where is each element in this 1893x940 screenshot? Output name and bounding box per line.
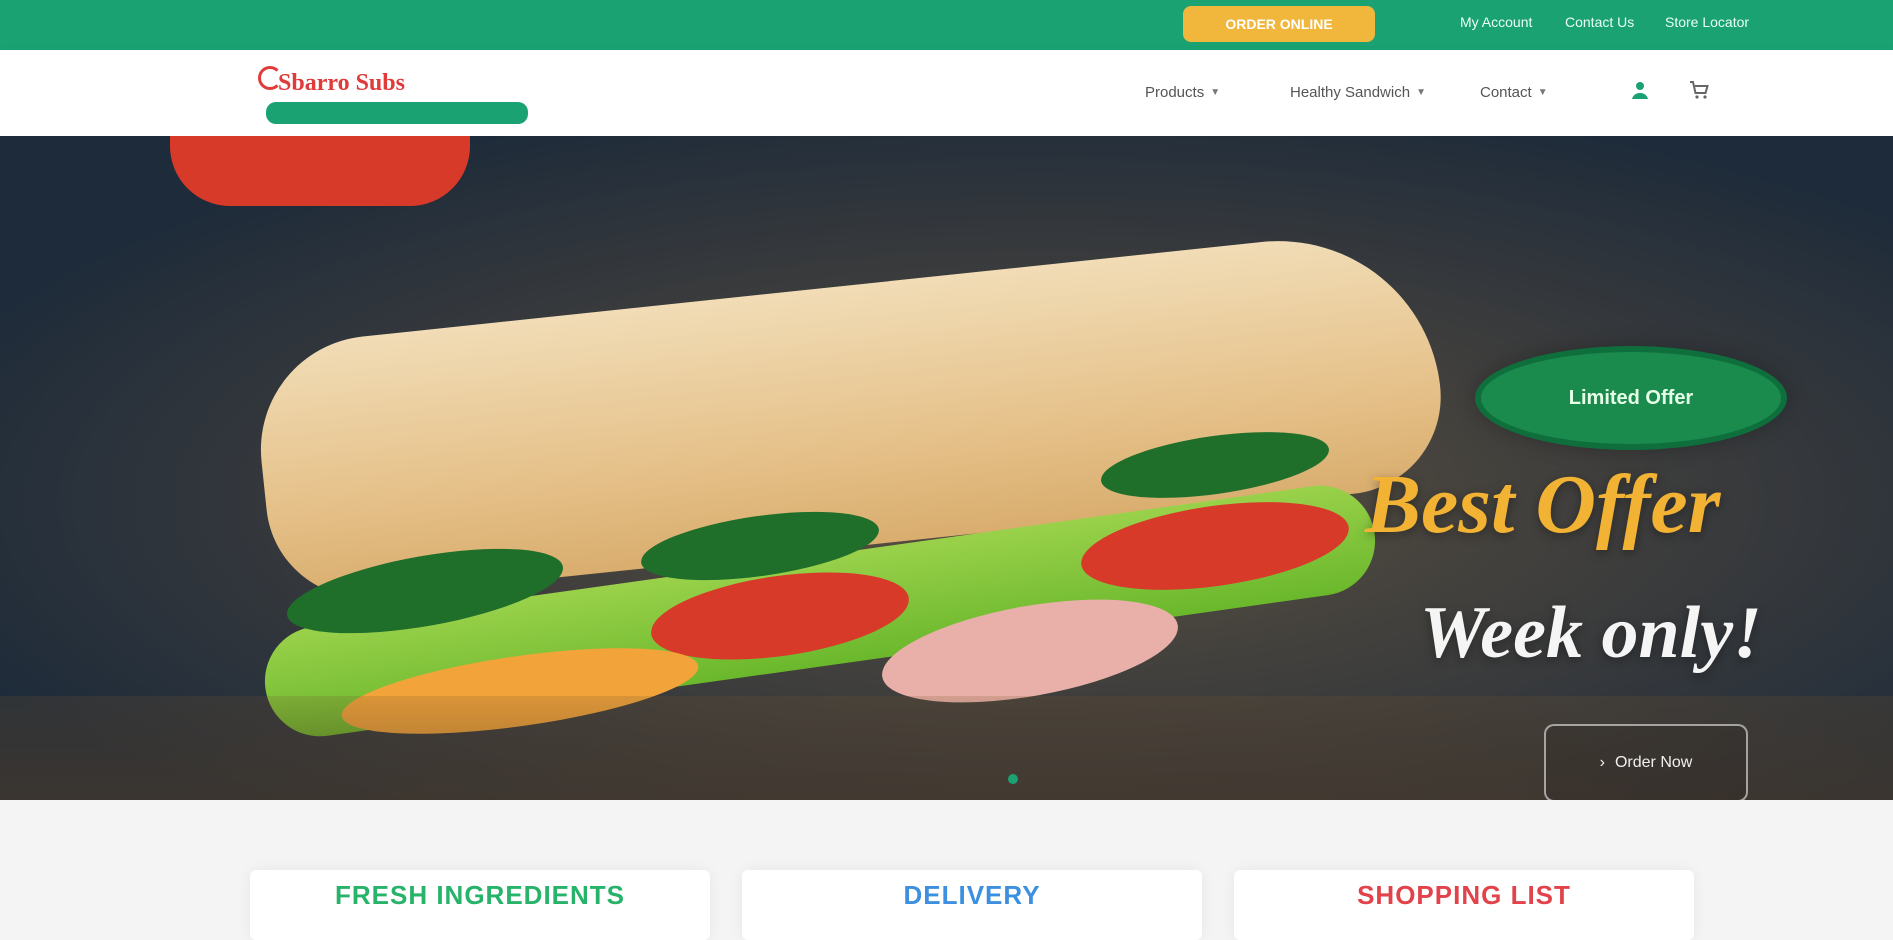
nav-item-products[interactable]: Products ▼ xyxy=(1145,76,1220,108)
feature-cards: FRESH INGREDIENTS DELIVERY SHOPPING LIST xyxy=(0,800,1893,940)
nav-label: Contact xyxy=(1480,83,1532,101)
chevron-down-icon: ▼ xyxy=(1416,86,1426,98)
contact-us-link[interactable]: Contact Us xyxy=(1565,14,1634,30)
order-now-label: Order Now xyxy=(1614,754,1693,771)
order-now-button[interactable]: › Order Now xyxy=(1544,724,1748,800)
slider-dot[interactable] xyxy=(1008,774,1018,784)
hero-banner: Limited Offer Best Offer Week only! › Or… xyxy=(0,136,1893,800)
card-title: SHOPPING LIST xyxy=(1357,880,1571,910)
feature-card-delivery[interactable]: DELIVERY xyxy=(742,870,1202,940)
hero-subline: Week only! xyxy=(1420,592,1762,674)
hero-headline: Best Offer xyxy=(1365,458,1721,551)
order-online-button[interactable]: ORDER ONLINE xyxy=(1183,6,1375,42)
site-logo[interactable]: Sbarro Subs xyxy=(258,66,528,126)
nav-item-healthy-sandwich[interactable]: Healthy Sandwich ▼ xyxy=(1290,76,1426,108)
top-bar: ORDER ONLINE My Account Contact Us Store… xyxy=(0,0,1893,50)
logo-ribbon xyxy=(266,102,528,124)
card-title: FRESH INGREDIENTS xyxy=(334,880,626,910)
user-icon[interactable] xyxy=(1622,72,1658,108)
store-locator-link[interactable]: Store Locator xyxy=(1665,14,1749,30)
card-title: DELIVERY xyxy=(903,880,1041,910)
site-header: Sbarro Subs Products ▼ Healthy Sandwich … xyxy=(0,50,1893,136)
chevron-down-icon: ▼ xyxy=(1210,86,1221,98)
my-account-link[interactable]: My Account xyxy=(1460,14,1532,30)
chevron-down-icon: ▼ xyxy=(1537,86,1548,98)
offer-badge: Limited Offer xyxy=(1475,346,1787,450)
cart-icon[interactable] xyxy=(1682,72,1718,108)
logo-text: Sbarro Subs xyxy=(278,70,405,96)
nav-item-contact[interactable]: Contact ▼ xyxy=(1480,76,1548,108)
feature-card-shopping-list[interactable]: SHOPPING LIST xyxy=(1234,870,1694,940)
play-icon: › xyxy=(1599,754,1605,771)
nav-label: Healthy Sandwich xyxy=(1290,83,1411,101)
nav-label: Products xyxy=(1145,83,1205,101)
feature-card-fresh-ingredients[interactable]: FRESH INGREDIENTS xyxy=(250,870,710,940)
hero-tomato-decor xyxy=(170,136,470,206)
